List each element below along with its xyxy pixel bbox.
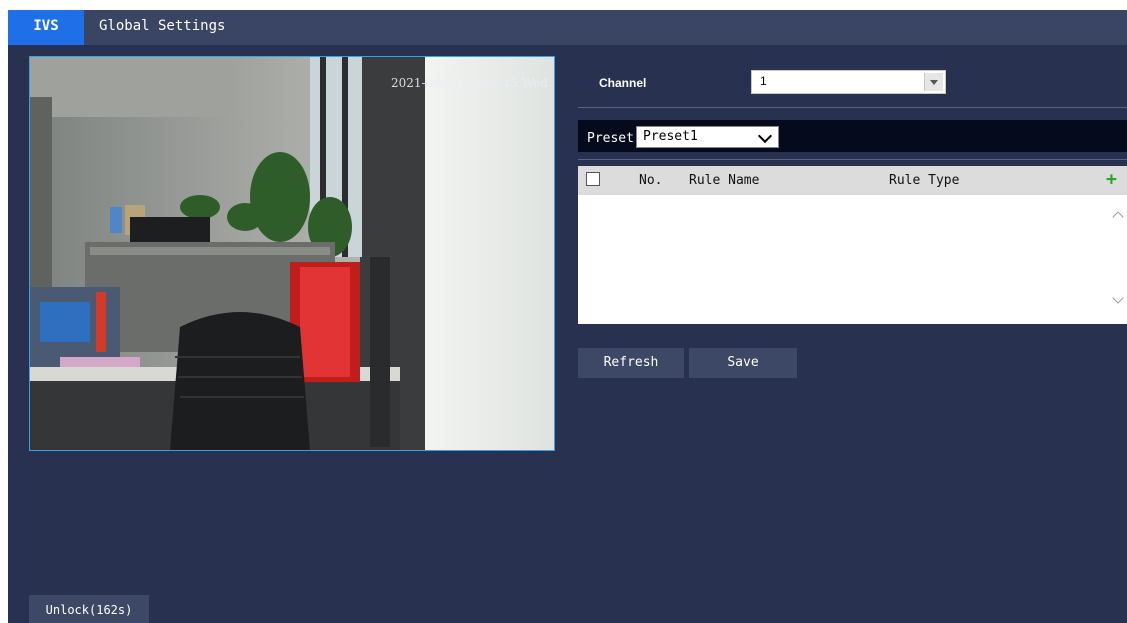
- scroll-up-icon[interactable]: [1112, 211, 1124, 223]
- preset-select[interactable]: Preset1: [636, 126, 779, 148]
- preset-value: Preset1: [643, 129, 698, 144]
- refresh-button[interactable]: Refresh: [578, 348, 684, 378]
- add-rule-icon[interactable]: +: [1106, 169, 1117, 190]
- unlock-button[interactable]: Unlock(162s): [29, 595, 149, 623]
- tab-bar: IVS Global Settings: [8, 10, 1127, 45]
- ivs-app: IVS Global Settings 2021-09-01 15:09:45 …: [8, 10, 1127, 623]
- scroll-down-icon[interactable]: [1112, 292, 1124, 304]
- rules-table: No. Rule Name Rule Type +: [578, 166, 1127, 324]
- video-timestamp: 2021-09-01 15:09:45 Wed: [391, 76, 548, 90]
- channel-select[interactable]: 1: [751, 70, 946, 94]
- chevron-down-icon[interactable]: [757, 128, 773, 144]
- dropdown-arrow-icon[interactable]: [924, 73, 943, 91]
- select-all-checkbox[interactable]: [586, 172, 600, 186]
- channel-label: Channel: [599, 76, 647, 90]
- divider: [578, 159, 1127, 160]
- live-video-preview[interactable]: 2021-09-01 15:09:45 Wed: [29, 56, 555, 451]
- tab-global-settings[interactable]: Global Settings: [99, 10, 225, 45]
- column-header-no: No.: [639, 173, 663, 188]
- column-header-rule-name: Rule Name: [689, 173, 760, 188]
- channel-value: 1: [760, 74, 767, 88]
- preset-label: Preset: [587, 131, 634, 146]
- divider: [578, 107, 1127, 108]
- save-button[interactable]: Save: [689, 348, 797, 378]
- column-header-rule-type: Rule Type: [889, 173, 960, 188]
- rules-table-header: No. Rule Name Rule Type +: [578, 166, 1127, 195]
- tab-ivs[interactable]: IVS: [8, 10, 84, 45]
- camera-scene-image: [30, 57, 554, 450]
